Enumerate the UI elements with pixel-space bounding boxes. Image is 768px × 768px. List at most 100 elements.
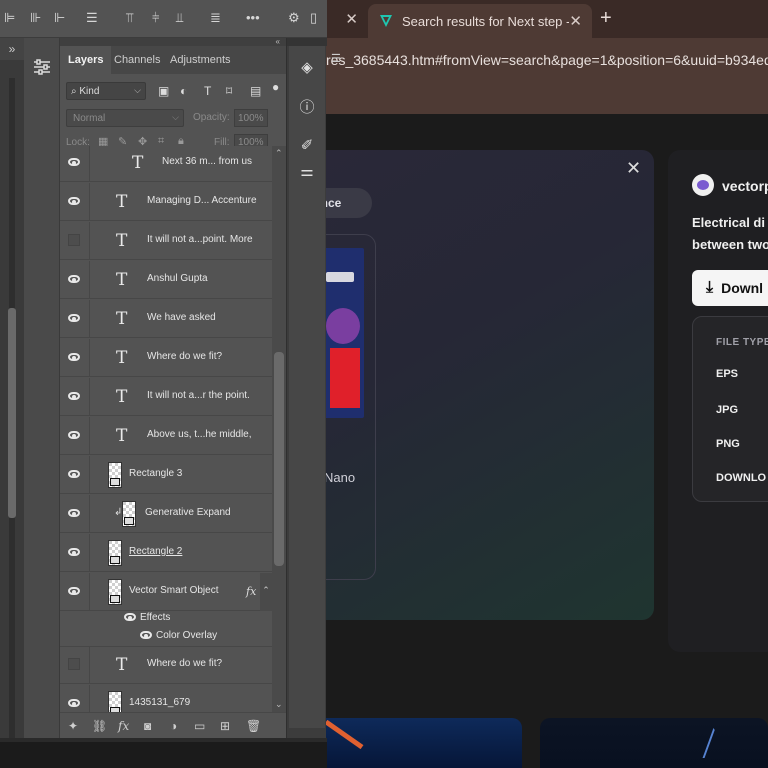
eye-icon[interactable] — [68, 314, 80, 322]
layer-row[interactable]: T Next 36 m... from us — [60, 146, 272, 182]
scrollbar-thumb[interactable] — [8, 308, 16, 518]
align-left-icon[interactable]: ⊫ — [4, 11, 15, 25]
url-text[interactable]: res_3685443.htm#fromView=search&page=1&p… — [326, 52, 768, 68]
tab-channels[interactable]: Channels — [106, 46, 168, 74]
eye-icon[interactable] — [68, 548, 80, 556]
visibility-toggle[interactable] — [68, 234, 80, 246]
eye-icon[interactable] — [68, 699, 80, 707]
align-right-icon[interactable]: ⊩ — [54, 11, 65, 25]
text-layer-icon: T — [116, 387, 128, 407]
layer-row[interactable]: T It will not a...r the point. — [60, 378, 272, 416]
chevron-up-icon[interactable]: ⌃ — [275, 148, 283, 159]
distribute-vertical-icon[interactable]: ≣ — [210, 11, 221, 25]
visibility-toggle[interactable] — [68, 658, 80, 670]
related-image-2[interactable] — [540, 718, 768, 768]
file-type-png[interactable]: PNG — [716, 438, 740, 450]
tab-adjustments[interactable]: Adjustments — [162, 46, 239, 74]
tab-search-results[interactable]: Search results for Next step - Fr ✕ — [368, 4, 592, 38]
folder-icon[interactable]: ▭ — [194, 719, 205, 733]
layer-name: Managing D... Accenture — [147, 195, 257, 206]
link-icon[interactable]: ⛓ — [92, 719, 107, 733]
layer-row[interactable]: T Where do we fit? — [60, 339, 272, 377]
effects-label: Effects — [140, 612, 171, 623]
eye-icon[interactable] — [68, 587, 80, 595]
author-avatar[interactable] — [692, 174, 714, 196]
align-top-icon[interactable]: ⫪ — [126, 11, 133, 25]
eye-icon[interactable] — [68, 158, 80, 166]
new-tab-button[interactable]: + — [600, 8, 612, 28]
eye-icon[interactable] — [68, 275, 80, 283]
file-type-jpg[interactable]: JPG — [716, 404, 738, 416]
eye-icon[interactable] — [124, 613, 136, 621]
eye-icon[interactable] — [68, 509, 80, 517]
layer-row[interactable]: T Managing D... Accenture — [60, 183, 272, 221]
layer-row[interactable]: T Above us, t...he middle, — [60, 417, 272, 455]
adjustment-filter-icon[interactable]: ◐ — [180, 84, 187, 98]
new-layer-icon[interactable]: ⊞ — [220, 719, 230, 733]
close-icon[interactable]: ✕ — [345, 10, 358, 28]
collapse-panel-icon[interactable]: « — [60, 38, 286, 46]
opacity-field[interactable]: 100% — [234, 109, 268, 127]
layer-row[interactable]: Rectangle 2 — [60, 534, 272, 572]
document-icon[interactable]: ▯ — [310, 11, 317, 25]
mask-icon[interactable]: ◙ — [144, 719, 151, 733]
more-options-icon[interactable]: ••• — [246, 11, 260, 25]
author-name[interactable]: vectorp — [722, 178, 768, 194]
align-center-icon[interactable]: ⊪ — [30, 11, 41, 25]
chevron-up-icon[interactable]: ⌃ — [260, 573, 272, 611]
color-overlay-row[interactable]: Color Overlay — [60, 627, 272, 647]
screen: gl ✕ Search results for Next step - Fr ✕… — [0, 0, 768, 768]
download-button[interactable]: ⤓ Downl — [692, 270, 768, 306]
layer-row[interactable]: T Where do we fit? — [60, 646, 272, 684]
file-type-download[interactable]: DOWNLO — [716, 472, 766, 484]
fx-icon[interactable]: fx — [246, 585, 256, 598]
info-icon[interactable]: ⓘ — [297, 96, 317, 116]
eye-icon[interactable] — [68, 470, 80, 478]
layer-row[interactable]: 1435131_679 — [60, 685, 272, 712]
blend-mode-select[interactable]: Normal ⌵ — [66, 109, 184, 127]
brush-settings-icon[interactable]: ✐ — [297, 136, 317, 156]
distribute-icon[interactable]: ☰ — [86, 11, 98, 25]
eye-icon[interactable] — [68, 392, 80, 400]
color-overlay-label: Color Overlay — [156, 630, 218, 641]
generative-icon[interactable]: ✦ — [68, 719, 78, 733]
adjust-sliders-icon[interactable]: ⚌ — [297, 162, 317, 182]
layer-row[interactable]: Rectangle 3 — [60, 456, 272, 494]
layer-row[interactable]: T It will not a...point. More — [60, 222, 272, 260]
layer-row[interactable]: Vector Smart Object fx ⌃ — [60, 573, 272, 611]
adjustment-layer-icon[interactable]: ◑ — [170, 719, 177, 733]
layer-row[interactable]: ↲ Generative Expand — [60, 495, 272, 533]
shape-filter-icon[interactable]: ⌑ — [226, 84, 232, 98]
image-filter-icon[interactable]: ▣ — [158, 84, 169, 98]
filter-kind-select[interactable]: ⌕ Kind ⌵ — [66, 82, 146, 100]
scrollbar-thumb[interactable] — [274, 352, 284, 566]
effects-row[interactable]: Effects — [60, 609, 272, 627]
filter-toggle-icon[interactable]: ● — [272, 80, 279, 94]
left-panel-strip: » — [0, 38, 24, 738]
eye-icon[interactable] — [68, 431, 80, 439]
asset-description: Electrical di between two — [692, 215, 768, 252]
layer-row[interactable]: T We have asked — [60, 300, 272, 338]
eye-icon[interactable] — [68, 197, 80, 205]
layers-dock-icon[interactable]: ◈ — [297, 58, 317, 78]
align-middle-icon[interactable]: ⫩ — [152, 11, 159, 25]
close-icon[interactable]: ✕ — [569, 12, 582, 30]
layers-scrollbar[interactable]: ⌃ ⌄ — [272, 146, 286, 712]
chevron-down-icon[interactable]: ⌄ — [275, 699, 283, 710]
eye-icon[interactable] — [68, 353, 80, 361]
tab-layers[interactable]: Layers — [60, 46, 112, 74]
type-filter-icon[interactable]: T — [204, 84, 211, 98]
align-bottom-icon[interactable]: ⫫ — [176, 11, 183, 25]
close-icon[interactable]: ✕ — [626, 158, 641, 179]
panel-menu-icon[interactable]: ☰ — [331, 52, 341, 65]
eye-icon[interactable] — [140, 631, 152, 639]
layer-row[interactable]: T Anshul Gupta — [60, 261, 272, 299]
fx-icon[interactable]: fx — [118, 719, 129, 733]
expand-panels-icon[interactable]: » — [0, 38, 24, 60]
smart-object-filter-icon[interactable]: ▤ — [250, 84, 261, 98]
trash-icon[interactable]: 🗑︎ — [246, 719, 261, 733]
file-type-eps[interactable]: EPS — [716, 368, 738, 380]
gear-icon[interactable]: ⚙ — [288, 11, 300, 25]
related-thumbnail[interactable] — [322, 248, 364, 418]
sliders-icon[interactable] — [30, 58, 54, 80]
